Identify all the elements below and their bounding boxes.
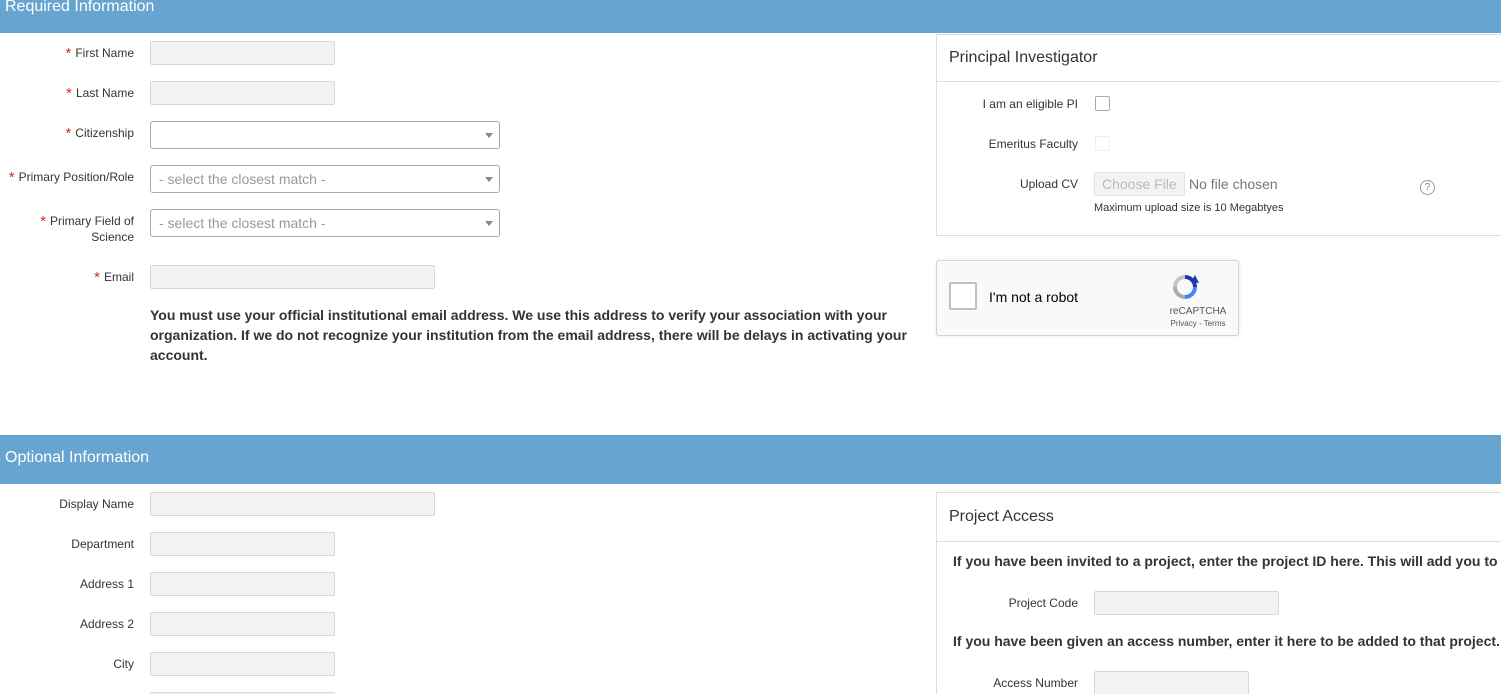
panel-title: Principal Investigator — [949, 49, 1098, 66]
project-code-label: Project Code — [1008, 596, 1078, 610]
citizenship-label: * Citizenship — [65, 125, 134, 142]
primary-position-placeholder: - select the closest match - — [159, 171, 326, 187]
file-status-text: No file chosen — [1189, 176, 1278, 192]
panel-divider — [937, 81, 1501, 82]
citizenship-select[interactable] — [150, 121, 500, 149]
last-name-label: * Last Name — [66, 85, 134, 102]
recaptcha-logo-icon — [1169, 271, 1201, 303]
required-marker: * — [66, 85, 72, 102]
first-name-input[interactable] — [150, 41, 335, 65]
display-name-label: Display Name — [59, 497, 134, 511]
primary-position-label: * Primary Position/Role — [8, 169, 134, 186]
optional-section-header: Optional Information — [0, 435, 1501, 484]
project-invite-text: If you have been invited to a project, e… — [953, 553, 1498, 569]
eligible-pi-checkbox[interactable] — [1095, 96, 1110, 111]
department-label: Department — [71, 537, 134, 551]
choose-file-button[interactable]: Choose File — [1094, 172, 1185, 196]
address1-input[interactable] — [150, 572, 335, 596]
principal-investigator-panel: Principal Investigator I am an eligible … — [936, 34, 1501, 236]
required-marker: * — [8, 169, 15, 186]
access-number-input[interactable] — [1094, 671, 1249, 694]
recaptcha-brand: reCAPTCHA — [1169, 306, 1227, 317]
help-icon[interactable]: ? — [1420, 180, 1435, 195]
max-upload-hint: Maximum upload size is 10 Megabtyes — [1094, 202, 1284, 214]
access-number-text: If you have been given an access number,… — [953, 633, 1500, 649]
optional-section-title: Optional Information — [5, 449, 150, 466]
recaptcha-widget: I'm not a robot reCAPTCHA Privacy - Term… — [936, 260, 1239, 336]
access-number-label: Access Number — [993, 676, 1078, 690]
chevron-down-icon — [485, 133, 493, 138]
project-access-panel: Project Access If you have been invited … — [936, 492, 1501, 694]
address1-label: Address 1 — [79, 577, 134, 591]
recaptcha-label: I'm not a robot — [989, 289, 1079, 305]
panel-divider — [937, 541, 1501, 542]
eligible-pi-label: I am an eligible PI — [982, 97, 1078, 111]
project-code-input[interactable] — [1094, 591, 1279, 615]
primary-field-placeholder: - select the closest match - — [159, 215, 326, 231]
email-label: * Email — [94, 269, 134, 286]
emeritus-checkbox[interactable] — [1095, 136, 1110, 151]
primary-position-select[interactable]: - select the closest match - — [150, 165, 500, 193]
city-label: City — [113, 657, 134, 671]
chevron-down-icon — [485, 221, 493, 226]
recaptcha-checkbox[interactable] — [949, 282, 977, 310]
recaptcha-links[interactable]: Privacy - Terms — [1162, 319, 1234, 328]
last-name-input[interactable] — [150, 81, 335, 105]
required-section-header: Required Information — [0, 0, 1501, 33]
city-input[interactable] — [150, 652, 335, 676]
primary-field-select[interactable]: - select the closest match - — [150, 209, 500, 237]
email-notice: You must use your official institutional… — [150, 307, 907, 363]
address2-input[interactable] — [150, 612, 335, 636]
address2-label: Address 2 — [79, 617, 134, 631]
required-marker: * — [65, 125, 72, 142]
department-input[interactable] — [150, 532, 335, 556]
required-section-title: Required Information — [5, 0, 155, 15]
display-name-input[interactable] — [150, 492, 435, 516]
emeritus-label: Emeritus Faculty — [988, 137, 1078, 151]
panel-title: Project Access — [949, 508, 1054, 525]
chevron-down-icon — [485, 177, 493, 182]
required-marker: * — [40, 213, 46, 230]
required-marker: * — [94, 269, 100, 286]
primary-field-label: * Primary Field of Science — [40, 213, 134, 245]
required-marker: * — [65, 45, 72, 62]
upload-cv-label: Upload CV — [1019, 177, 1078, 191]
email-input[interactable] — [150, 265, 435, 289]
first-name-label: * First Name — [65, 45, 134, 62]
